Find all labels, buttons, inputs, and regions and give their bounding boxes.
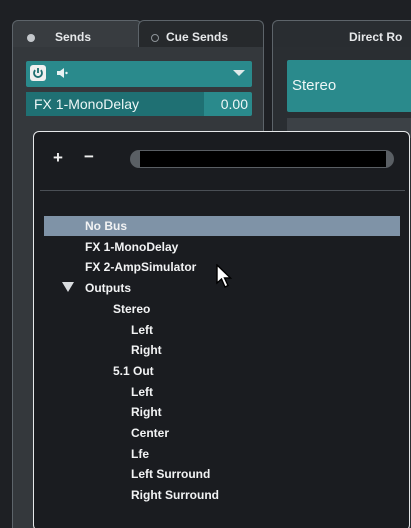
bus-list-item[interactable]: Left (44, 382, 400, 402)
bus-list-item[interactable]: 5.1 Out (44, 361, 400, 381)
expand-triangle-icon[interactable] (62, 282, 74, 292)
chevron-down-icon[interactable] (233, 70, 245, 76)
bus-list-item-label: Left (131, 385, 153, 399)
bus-list-item-label: Center (131, 426, 170, 440)
bus-list-item-label: Lfe (131, 447, 149, 461)
tab-cue-sends-label: Cue Sends (166, 30, 229, 44)
bus-list-item-label: 5.1 Out (113, 364, 154, 378)
bus-list-item-label: Stereo (113, 302, 151, 316)
bus-list-item-label: Right Surround (131, 488, 219, 502)
bus-list-item[interactable]: Right (44, 402, 400, 422)
expand-all-button[interactable]: + (53, 148, 63, 168)
bus-list-item[interactable]: Left (44, 320, 400, 340)
bus-list-item[interactable]: FX 1-MonoDelay (44, 237, 400, 257)
bus-list-item-label: Left Surround (131, 467, 211, 481)
bus-list-item-label: Outputs (85, 281, 131, 295)
tab-direct-routing-label: Direct Ro (349, 30, 403, 44)
bus-list-item[interactable]: Right Surround (44, 485, 400, 505)
bus-list-item[interactable]: Stereo (44, 299, 400, 319)
bus-list-item-label: FX 1-MonoDelay (85, 240, 179, 254)
bus-list-item[interactable]: No Bus (44, 216, 400, 236)
search-input[interactable] (140, 151, 386, 167)
tab-sends-label: Sends (55, 30, 92, 44)
bus-list-item[interactable]: Right (44, 340, 400, 360)
popup-divider (40, 190, 405, 191)
collapse-all-button[interactable]: − (84, 147, 94, 167)
bus-list-item-label: FX 2-AmpSimulator (85, 260, 197, 274)
direct-routing-label: Stereo (292, 77, 337, 94)
send-destination-name[interactable]: FX 1-MonoDelay (26, 92, 204, 116)
bus-list-item-label: Right (131, 343, 162, 357)
bus-list-item[interactable]: Center (44, 423, 400, 443)
active-indicator-dot (27, 34, 35, 42)
power-icon[interactable] (30, 65, 46, 81)
bus-list-item-label: Left (131, 323, 153, 337)
bus-list-item[interactable]: Left Surround (44, 464, 400, 484)
bus-list-item-label: Right (131, 405, 162, 419)
inactive-indicator-dot (151, 34, 159, 42)
speaker-icon[interactable] (55, 66, 69, 85)
bus-list-item-label: No Bus (85, 219, 127, 233)
send-level-value[interactable]: 0.00 (206, 92, 252, 116)
mouse-cursor-icon (216, 264, 233, 288)
bus-list-item[interactable]: Lfe (44, 444, 400, 464)
